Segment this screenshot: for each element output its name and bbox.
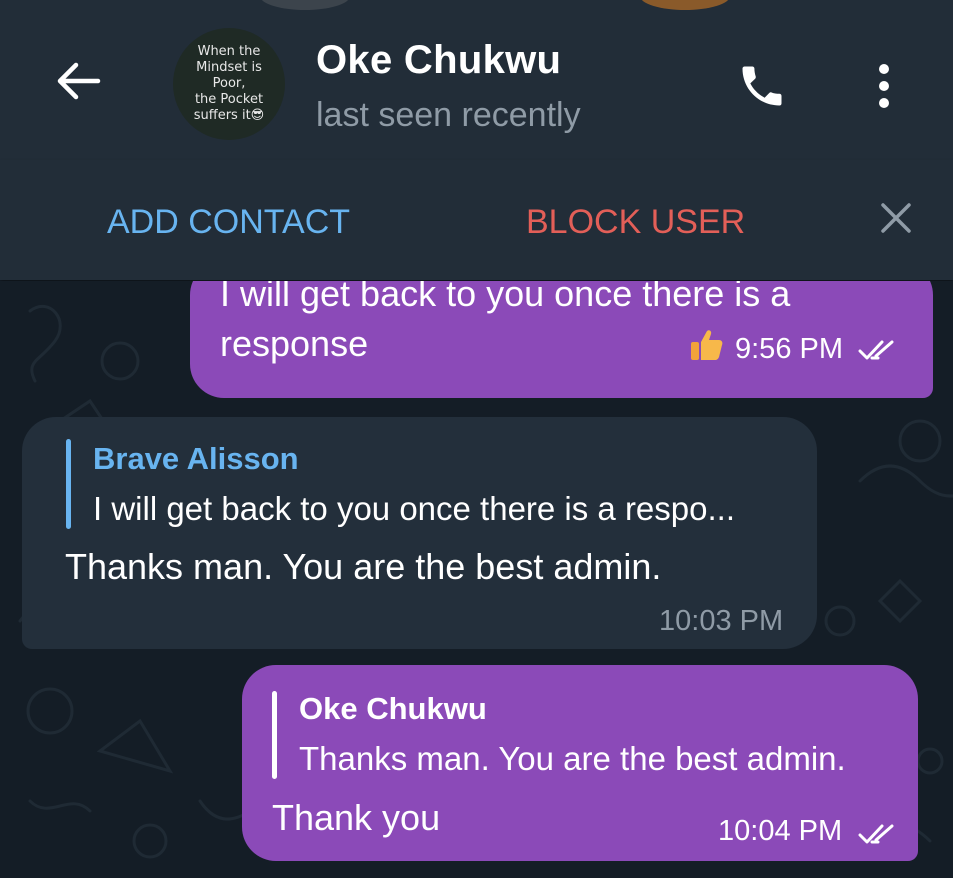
double-check-icon [858, 339, 898, 366]
message-bubble-outgoing[interactable]: Oke Chukwu Thanks man. You are the best … [242, 665, 918, 861]
block-user-button[interactable]: BLOCK USER [526, 203, 745, 242]
avatar-text: suffers it😎 [193, 108, 265, 123]
message-time: 10:04 PM [718, 815, 843, 847]
more-vertical-icon [877, 63, 891, 114]
contact-action-bar: ADD CONTACT BLOCK USER [0, 160, 953, 280]
chat-header: When the Mindset is Poor, the Pocket suf… [0, 0, 953, 161]
arrow-left-icon [54, 57, 102, 110]
avatar-text: the Pocket [194, 92, 264, 107]
message-list[interactable]: I will get back to you once there is a r… [0, 281, 953, 878]
message-time: 10:03 PM [659, 605, 784, 637]
status-bar-indicator [260, 0, 350, 10]
more-options-button[interactable] [858, 56, 910, 120]
reply-author[interactable]: Brave Alisson [93, 441, 299, 477]
close-action-bar-button[interactable] [872, 196, 920, 244]
status-bar-indicator [640, 0, 730, 10]
reply-preview-text[interactable]: I will get back to you once there is a r… [93, 490, 735, 528]
back-button[interactable] [50, 55, 106, 111]
message-bubble-outgoing[interactable]: I will get back to you once there is a r… [190, 281, 933, 398]
message-time: 9:56 PM [735, 333, 843, 365]
phone-icon [736, 60, 788, 117]
thumbs-up-reaction-icon[interactable] [688, 327, 724, 368]
avatar-text: Poor, [212, 76, 246, 91]
reply-author[interactable]: Oke Chukwu [299, 691, 487, 727]
contact-name[interactable]: Oke Chukwu [316, 38, 561, 83]
add-contact-button[interactable]: ADD CONTACT [107, 203, 350, 242]
message-text: Thank you [272, 797, 441, 838]
reply-quote-bar [272, 691, 277, 779]
avatar[interactable]: When the Mindset is Poor, the Pocket suf… [173, 28, 285, 140]
reply-quote-bar [66, 439, 71, 529]
avatar-text: When the [197, 44, 261, 59]
message-bubble-incoming[interactable]: Brave Alisson I will get back to you onc… [22, 417, 817, 649]
reply-preview-text[interactable]: Thanks man. You are the best admin. [299, 740, 846, 778]
chat-screen: When the Mindset is Poor, the Pocket suf… [0, 0, 953, 878]
message-text: Thanks man. You are the best admin. [65, 546, 662, 587]
contact-status: last seen recently [316, 96, 581, 134]
double-check-icon [858, 823, 898, 850]
close-icon [879, 201, 913, 240]
call-button[interactable] [730, 56, 794, 120]
avatar-text: Mindset is [196, 60, 262, 75]
